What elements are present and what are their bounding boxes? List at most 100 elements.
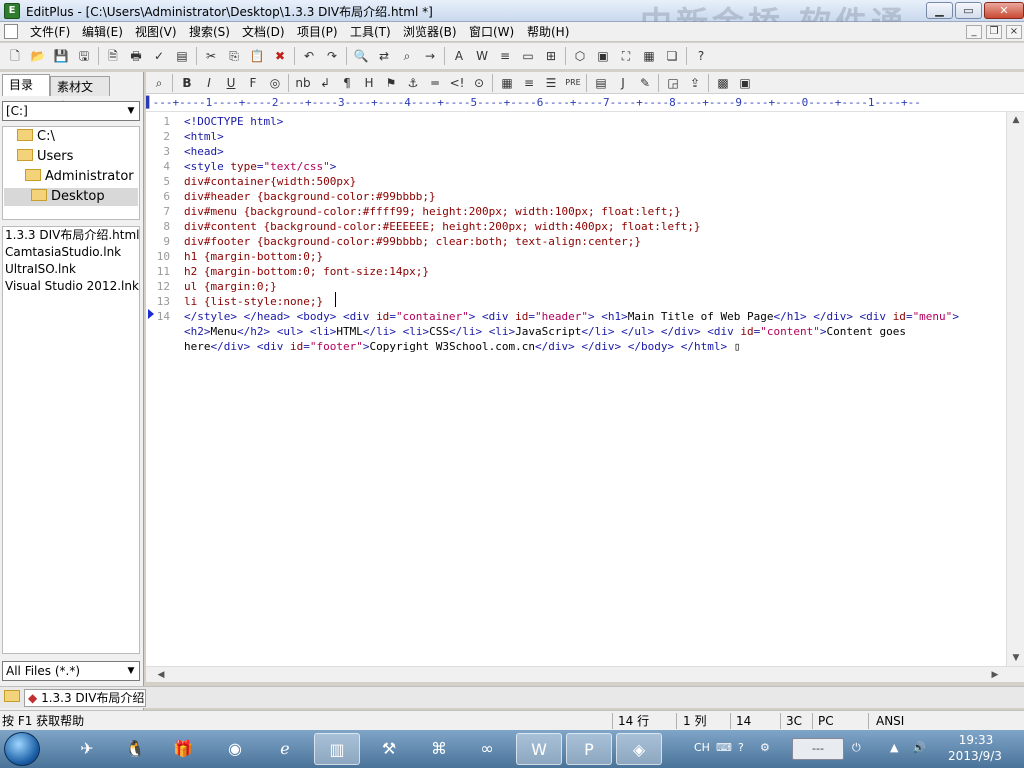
paste-icon[interactable]: 📋 — [248, 47, 266, 65]
file-item[interactable]: UltraISO.lnk — [5, 261, 76, 278]
ie-icon[interactable]: ℯ — [262, 733, 308, 765]
mdi-close-button[interactable]: × — [1006, 25, 1022, 39]
link-icon[interactable]: ⚑ — [382, 74, 400, 92]
menu-search[interactable]: 搜索(S) — [189, 24, 230, 40]
document-tab[interactable]: ◆ 1.3.3 DIV布局介绍.h — [24, 689, 146, 707]
menu-view[interactable]: 视图(V) — [135, 24, 177, 40]
fullscreen-icon[interactable]: ⛶ — [617, 47, 635, 65]
hr-icon[interactable]: ═ — [426, 74, 444, 92]
screen-icon[interactable]: ▣ — [594, 47, 612, 65]
nbsp-icon[interactable]: nb — [294, 74, 312, 92]
drive-select[interactable]: [C:] ▼ — [2, 101, 140, 121]
tile-icon[interactable]: ▦ — [640, 47, 658, 65]
font-icon[interactable]: A — [450, 47, 468, 65]
preview-icon[interactable]: ⌕ — [150, 74, 168, 92]
code-line[interactable]: div#content {background-color:#EEEEEE; h… — [184, 219, 701, 234]
menu-document[interactable]: 文档(D) — [242, 24, 285, 40]
copy-icon[interactable]: ⎘ — [225, 47, 243, 65]
computer-icon[interactable]: ⌘ — [416, 733, 462, 765]
replace-icon[interactable]: ⇄ — [375, 47, 393, 65]
heading-icon[interactable]: H — [360, 74, 378, 92]
mdi-restore-button[interactable]: ❐ — [986, 25, 1002, 39]
save-icon[interactable]: 💾 — [52, 47, 70, 65]
editplus-icon[interactable]: ◈ — [616, 733, 662, 765]
pre-icon[interactable]: PRE — [564, 74, 582, 92]
menu-project[interactable]: 项目(P) — [297, 24, 338, 40]
scroll-left-icon[interactable]: ◀ — [154, 667, 168, 683]
scroll-right-icon[interactable]: ▶ — [988, 667, 1002, 683]
code-line[interactable]: ul {margin:0;} — [184, 279, 277, 294]
new-icon[interactable]: 🗋 — [6, 47, 24, 65]
spell-check-icon[interactable]: ✓ — [150, 47, 168, 65]
settings-icon[interactable]: ⚙ — [760, 740, 770, 756]
maximize-button[interactable]: ▭ — [955, 2, 982, 19]
help-icon[interactable]: ? — [692, 47, 710, 65]
cut-icon[interactable]: ✂ — [202, 47, 220, 65]
scroll-down-icon[interactable]: ▼ — [1009, 650, 1023, 666]
paper-plane-icon[interactable]: ✈ — [64, 733, 110, 765]
code-line[interactable]: h2 {margin-bottom:0; font-size:14px;} — [184, 264, 429, 279]
power-icon[interactable]: ⏻ — [852, 740, 861, 756]
redo-icon[interactable]: ↷ — [323, 47, 341, 65]
save-all-icon[interactable]: 🖫 — [75, 47, 93, 65]
code-line[interactable]: <!DOCTYPE html> — [184, 114, 283, 129]
file-filter-select[interactable]: All Files (*.*) ▼ — [2, 661, 140, 681]
color-palette-icon[interactable]: ▩ — [714, 74, 732, 92]
menu-help[interactable]: 帮助(H) — [527, 24, 569, 40]
code-line[interactable]: <h2>Menu</h2> <ul> <li>HTML</li> <li>CSS… — [184, 324, 906, 339]
clock-date[interactable]: 2013/9/3 — [940, 749, 1010, 763]
qq-icon[interactable]: 🐧 — [112, 733, 158, 765]
delete-icon[interactable]: ✖ — [271, 47, 289, 65]
file-item[interactable]: CamtasiaStudio.lnk — [5, 244, 121, 261]
form-icon[interactable]: ▤ — [592, 74, 610, 92]
paragraph-icon[interactable]: ¶ — [338, 74, 356, 92]
word-icon[interactable]: W — [516, 733, 562, 765]
window-icon[interactable]: ▣ — [736, 74, 754, 92]
powerpoint-icon[interactable]: P — [566, 733, 612, 765]
frame-icon[interactable]: ◲ — [664, 74, 682, 92]
code-line[interactable]: h1 {margin-bottom:0;} — [184, 249, 323, 264]
font-color-icon[interactable]: F — [244, 74, 262, 92]
tray-lang[interactable]: CH — [694, 740, 710, 756]
bold-icon[interactable]: B — [178, 74, 196, 92]
menu-window[interactable]: 窗口(W) — [469, 24, 514, 40]
tab-directory[interactable]: 目录 — [2, 74, 50, 96]
print-preview-icon[interactable]: 🗎 — [104, 47, 122, 65]
file-explorer-icon[interactable]: ▥ — [314, 733, 360, 765]
break-icon[interactable]: ↲ — [316, 74, 334, 92]
image-icon[interactable]: ⊙ — [470, 74, 488, 92]
word-wrap-icon[interactable]: W — [473, 47, 491, 65]
code-line[interactable]: div#footer {background-color:#99bbbb; cl… — [184, 234, 641, 249]
mdi-minimize-button[interactable]: _ — [966, 25, 982, 39]
folder-icon[interactable] — [4, 690, 24, 704]
file-item[interactable]: 1.3.3 DIV布局介绍.html — [5, 227, 140, 244]
css-icon[interactable]: ✎ — [636, 74, 654, 92]
goto-icon[interactable]: → — [421, 47, 439, 65]
gift-icon[interactable]: 🎁 — [160, 733, 206, 765]
tools-icon[interactable]: ⚒ — [366, 733, 412, 765]
tree-item-administrator[interactable]: Administrator — [25, 168, 134, 186]
keyboard-icon[interactable]: ⌨ — [716, 740, 732, 756]
code-line[interactable]: </style> </head> <body> <div id="contain… — [184, 309, 959, 324]
horizontal-scrollbar[interactable]: ◀ ▶ — [146, 666, 1024, 682]
html-preview-icon[interactable]: ▤ — [173, 47, 191, 65]
anchor-icon[interactable]: ⚓ — [404, 74, 422, 92]
help-icon[interactable]: ? — [738, 740, 744, 756]
menu-browser[interactable]: 浏览器(B) — [403, 24, 457, 40]
code-line[interactable]: li {list-style:none;} — [184, 294, 323, 309]
tree-item-desktop[interactable]: Desktop — [4, 188, 138, 206]
menu-edit[interactable]: 编辑(E) — [82, 24, 123, 40]
underline-icon[interactable]: U — [222, 74, 240, 92]
code-line[interactable]: div#container{width:500px} — [184, 174, 356, 189]
open-icon[interactable]: 📂 — [29, 47, 47, 65]
ime-input-box[interactable]: --- — [792, 738, 844, 760]
volume-icon[interactable]: 🔊 — [912, 740, 926, 756]
find-in-files-icon[interactable]: ⌕ — [398, 47, 416, 65]
code-line[interactable]: <html> — [184, 129, 224, 144]
align-icon[interactable]: ☰ — [542, 74, 560, 92]
column-select-icon[interactable]: ⊞ — [542, 47, 560, 65]
tree-item-users[interactable]: Users — [17, 148, 73, 166]
clock-time[interactable]: 19:33 — [946, 733, 1006, 747]
comment-icon[interactable]: <! — [448, 74, 466, 92]
code-line[interactable]: here</div> <div id="footer">Copyright W3… — [184, 339, 740, 354]
